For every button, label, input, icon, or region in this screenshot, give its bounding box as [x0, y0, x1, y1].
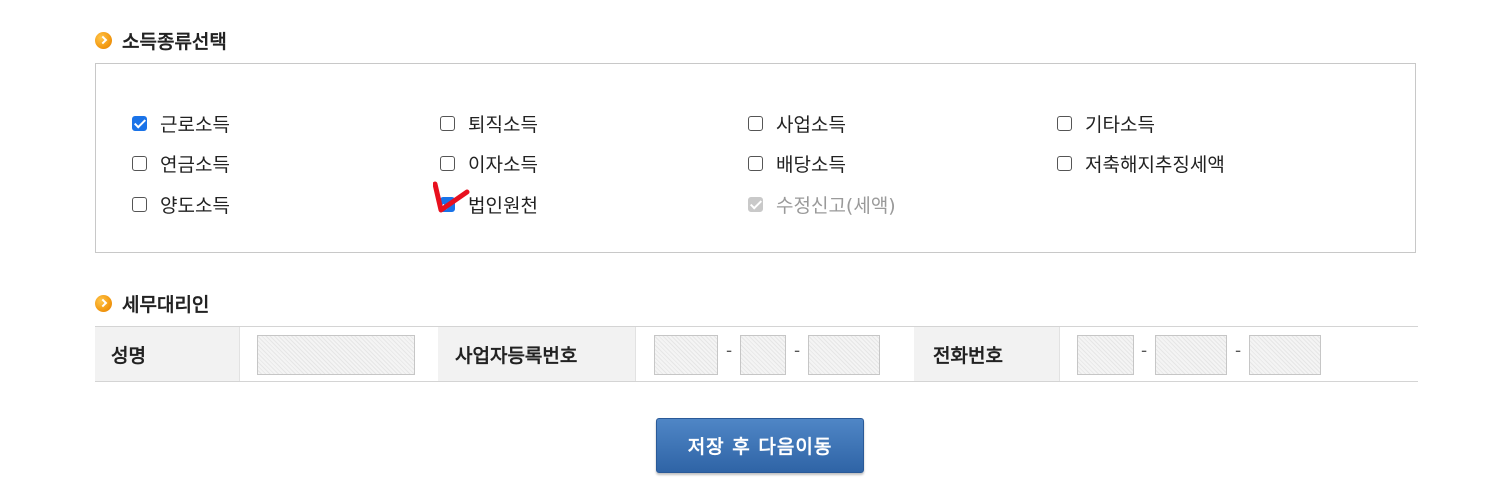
bullet-icon	[95, 295, 112, 312]
bizno-label: 사업자등록번호	[455, 344, 578, 367]
option-label: 법인원천	[468, 195, 538, 217]
checkbox-dividend-income[interactable]	[748, 156, 763, 171]
option-label: 배당소득	[776, 154, 846, 176]
phone-label: 전화번호	[933, 344, 1003, 367]
option-label: 연금소득	[160, 154, 230, 176]
separator: -	[794, 341, 801, 361]
phone-header: 전화번호	[914, 327, 1059, 381]
option-corporate-withholding[interactable]: 법인원천	[440, 191, 538, 218]
save-button-label: 저장 후 다음이동	[687, 436, 833, 458]
option-interest-income[interactable]: 이자소득	[440, 150, 538, 177]
separator: -	[1235, 341, 1242, 361]
checkbox-savings-penalty-tax[interactable]	[1057, 156, 1072, 171]
income-type-heading: 소득종류선택	[95, 27, 227, 54]
option-earned-income[interactable]: 근로소득	[132, 110, 230, 137]
option-label: 수정신고(세액)	[776, 195, 896, 217]
bizno-input-1[interactable]	[654, 335, 718, 375]
option-label: 기타소득	[1085, 114, 1155, 136]
option-label: 근로소득	[160, 114, 230, 136]
checkbox-business-income[interactable]	[748, 116, 763, 131]
option-pension-income[interactable]: 연금소득	[132, 150, 230, 177]
option-label: 이자소득	[468, 154, 538, 176]
tax-agent-table: 성명 사업자등록번호 - - 전화번호 - -	[95, 326, 1418, 382]
checkbox-corporate-withholding[interactable]	[440, 197, 455, 212]
bizno-header: 사업자등록번호	[438, 327, 635, 381]
option-label: 사업소득	[776, 114, 846, 136]
option-transfer-income[interactable]: 양도소득	[132, 191, 230, 218]
checkbox-pension-income[interactable]	[132, 156, 147, 171]
name-header: 성명	[95, 327, 239, 381]
option-amended-return: 수정신고(세액)	[748, 191, 896, 218]
option-label: 저축해지추징세액	[1085, 154, 1225, 176]
checkbox-transfer-income[interactable]	[132, 197, 147, 212]
tax-agent-title: 세무대리인	[122, 294, 210, 316]
option-savings-penalty-tax[interactable]: 저축해지추징세액	[1057, 150, 1225, 177]
bullet-icon	[95, 32, 112, 49]
income-type-title: 소득종류선택	[122, 31, 227, 53]
checkbox-earned-income[interactable]	[132, 116, 147, 131]
option-label: 양도소득	[160, 195, 230, 217]
tax-agent-heading: 세무대리인	[95, 290, 209, 317]
save-and-next-button[interactable]: 저장 후 다음이동	[656, 418, 864, 473]
name-label: 성명	[111, 344, 146, 367]
option-other-income[interactable]: 기타소득	[1057, 110, 1155, 137]
checkbox-amended-return	[748, 197, 763, 212]
checkbox-other-income[interactable]	[1057, 116, 1072, 131]
option-dividend-income[interactable]: 배당소득	[748, 150, 846, 177]
option-label: 퇴직소득	[468, 114, 538, 136]
checkbox-retirement-income[interactable]	[440, 116, 455, 131]
phone-input-3[interactable]	[1249, 335, 1321, 375]
bizno-input-2[interactable]	[740, 335, 786, 375]
bizno-input-3[interactable]	[808, 335, 880, 375]
phone-input-2[interactable]	[1155, 335, 1227, 375]
separator: -	[726, 341, 733, 361]
option-business-income[interactable]: 사업소득	[748, 110, 846, 137]
separator: -	[1141, 341, 1148, 361]
name-input[interactable]	[257, 335, 415, 375]
option-retirement-income[interactable]: 퇴직소득	[440, 110, 538, 137]
checkbox-interest-income[interactable]	[440, 156, 455, 171]
phone-input-1[interactable]	[1077, 335, 1134, 375]
